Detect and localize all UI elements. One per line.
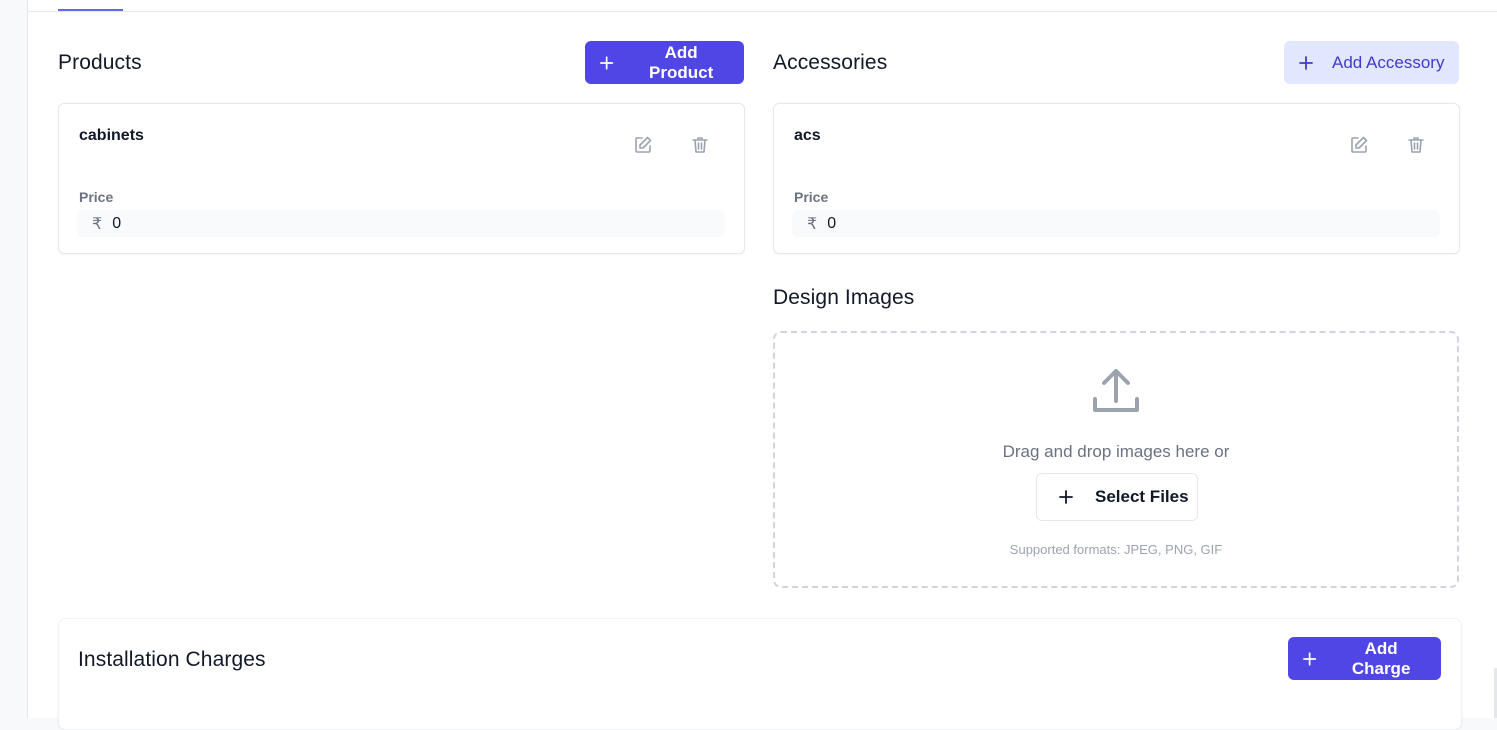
upload-icon bbox=[1093, 369, 1139, 412]
plus-icon bbox=[600, 55, 614, 70]
trash-icon bbox=[692, 137, 708, 153]
supported-formats: Supported formats: JPEG, PNG, GIF bbox=[1009, 542, 1223, 557]
add-product-button[interactable]: Add Product bbox=[585, 41, 744, 84]
plus-icon bbox=[1059, 490, 1073, 504]
currency-symbol: ₹ bbox=[92, 215, 103, 233]
add-charge-button[interactable]: Add Charge bbox=[1288, 637, 1441, 680]
select-files-button[interactable]: Select Files bbox=[1036, 473, 1198, 521]
tab-bar bbox=[28, 0, 1497, 12]
price-value: 0 bbox=[112, 214, 122, 232]
plus-icon bbox=[1303, 651, 1317, 666]
installation-charges-card: Installation Charges Add Charge bbox=[58, 618, 1462, 730]
drop-instructions: Drag and drop images here or bbox=[1002, 442, 1230, 461]
edit-icon bbox=[1351, 136, 1368, 153]
select-files-label: Select Files bbox=[1095, 487, 1189, 506]
accessories-title: Accessories bbox=[773, 51, 888, 74]
add-product-label: Add Product bbox=[649, 42, 714, 82]
add-accessory-label: Add Accessory bbox=[1332, 52, 1445, 72]
edit-icon bbox=[635, 136, 652, 153]
price-input[interactable]: ₹ 0 bbox=[77, 210, 725, 237]
plus-icon bbox=[1299, 55, 1313, 70]
price-input[interactable]: ₹ 0 bbox=[792, 210, 1440, 237]
edit-product-button[interactable] bbox=[632, 134, 654, 156]
product-name: cabinets bbox=[79, 127, 144, 144]
accessory-name: acs bbox=[794, 127, 821, 144]
installation-title: Installation Charges bbox=[78, 648, 266, 671]
price-label: Price bbox=[794, 189, 829, 205]
delete-product-button[interactable] bbox=[689, 134, 711, 156]
products-title: Products bbox=[58, 51, 142, 74]
edit-accessory-button[interactable] bbox=[1348, 134, 1370, 156]
product-card: cabinets Price ₹ 0 bbox=[58, 103, 745, 254]
price-value: 0 bbox=[827, 214, 837, 232]
add-charge-label: Add Charge bbox=[1351, 638, 1411, 678]
image-dropzone[interactable]: Drag and drop images here or Select File… bbox=[773, 331, 1459, 588]
trash-icon bbox=[1408, 137, 1424, 153]
currency-symbol: ₹ bbox=[807, 215, 818, 233]
add-accessory-button[interactable]: Add Accessory bbox=[1284, 41, 1459, 84]
price-label: Price bbox=[79, 189, 114, 205]
active-tab-indicator bbox=[58, 9, 123, 11]
design-images-title: Design Images bbox=[773, 286, 915, 309]
main-panel: Products Add Product cabinets Price ₹ 0 … bbox=[27, 0, 1497, 730]
delete-accessory-button[interactable] bbox=[1405, 134, 1427, 156]
accessory-card: acs Price ₹ 0 bbox=[773, 103, 1460, 254]
